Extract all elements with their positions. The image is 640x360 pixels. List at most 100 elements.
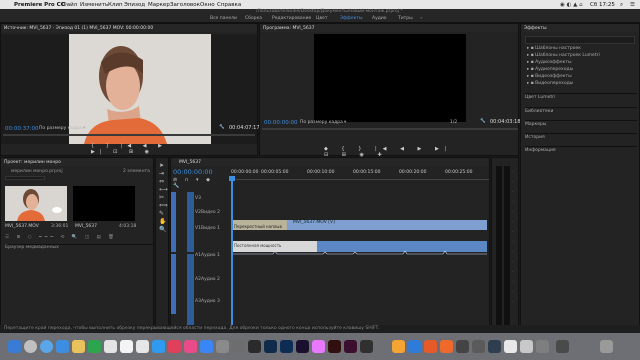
facetime-icon[interactable] <box>88 340 101 353</box>
menu-marker[interactable]: Маркер <box>148 2 170 8</box>
sketch-icon[interactable] <box>392 340 405 353</box>
section-info[interactable]: Информация <box>525 146 637 154</box>
tool-icons[interactable]: ➤ ⇥ ⇔ ⟷ ✂ ⟺ ✎ ✋ 🔍 <box>159 162 168 234</box>
effects-tree-item[interactable]: ▸ ▪ Шаблоны настроек <box>527 46 581 52</box>
terminal-icon[interactable] <box>248 340 261 353</box>
launchpad-icon[interactable] <box>24 340 37 353</box>
program-timecode[interactable]: 00:00:00:00 <box>264 120 298 126</box>
audio-target-patch[interactable] <box>187 254 194 328</box>
clip-name[interactable]: MVI_5637.MOV <box>5 224 39 230</box>
mirror-icon[interactable] <box>360 340 373 353</box>
effects-search-input[interactable] <box>525 36 635 44</box>
effects-tree-item[interactable]: ▸ ▪ Шаблоны настроек Lumetri <box>527 53 600 59</box>
timeline-ruler[interactable]: 00:00:00:00 00:00:05:00 00:00:10:00 00:0… <box>231 170 489 180</box>
program-wrench-icon[interactable]: 🔧 <box>480 119 486 125</box>
program-fit-dropdown-icon[interactable]: ▾ <box>344 120 346 126</box>
settings-icon[interactable] <box>216 340 229 353</box>
vlc-icon[interactable] <box>440 340 453 353</box>
screenshot-icon[interactable] <box>556 340 569 353</box>
ws-editing[interactable]: Редактирование <box>272 16 311 21</box>
source-transport-controls[interactable]: { } |◀ ◀ ▶ ▶| ⊡ ⊞ ◉ <box>91 143 181 155</box>
ws-audio[interactable]: Аудио <box>372 16 387 21</box>
audio-source-patch[interactable] <box>171 254 176 314</box>
itunes-icon[interactable] <box>184 340 197 353</box>
folder-icon[interactable] <box>520 340 533 353</box>
timeline-tool-icons[interactable]: ⋒ ∩ ▾ ◆ 🔧 <box>173 177 213 189</box>
safari-icon[interactable] <box>40 340 53 353</box>
premiere-rush-icon[interactable] <box>312 340 325 353</box>
istat-icon[interactable] <box>472 340 485 353</box>
ws-more-icon[interactable]: » <box>420 16 423 21</box>
app-icon[interactable] <box>488 340 501 353</box>
playhead-handle[interactable] <box>229 176 235 181</box>
source-fit[interactable]: По размеру кадра <box>39 126 82 132</box>
search-icon[interactable]: ⌕ <box>620 2 623 9</box>
trash-icon[interactable] <box>600 340 613 353</box>
menu-help[interactable]: Справка <box>217 2 241 8</box>
section-lumetri[interactable]: Цвет Lumetri <box>525 93 637 101</box>
activity-monitor-icon[interactable] <box>456 340 469 353</box>
menu-sequence[interactable]: Эпизод <box>124 2 145 8</box>
telegram-icon[interactable] <box>408 340 421 353</box>
v1-transition[interactable]: Перекрестный наплыв <box>233 220 287 230</box>
fit-dropdown-icon[interactable]: ▾ <box>83 126 85 132</box>
section-markers[interactable]: Маркеры <box>525 120 637 128</box>
downloads-icon[interactable] <box>536 340 549 353</box>
menu-file[interactable]: Файл <box>62 2 77 8</box>
app-store-icon[interactable] <box>200 340 213 353</box>
menu-title[interactable]: Заголовок <box>170 2 200 8</box>
media-browser-tab[interactable]: Браузер медиаданных <box>5 244 153 251</box>
timeline-tab[interactable]: MVI_5637 <box>179 160 201 165</box>
notes-icon[interactable] <box>72 340 85 353</box>
project-toolbar[interactable]: ☰ ⊞ ○ ━━━ ⟲ 🔍 ◫ ▤ 🗑 <box>5 235 151 240</box>
app-menu[interactable]: Premiere Pro CC <box>14 2 65 8</box>
preview-icon[interactable] <box>504 340 517 353</box>
messages-icon[interactable] <box>152 340 165 353</box>
ws-effects[interactable]: Эффекты <box>340 16 363 21</box>
xd-icon[interactable] <box>344 340 357 353</box>
menu-list-icon[interactable]: ☰ <box>630 2 635 8</box>
a1-transition[interactable]: Постоянная мощность <box>233 241 317 252</box>
utilities-icon[interactable] <box>232 340 245 353</box>
sequence-name[interactable]: MVI_5637 <box>75 224 97 230</box>
menu-edit[interactable]: Изменить <box>80 2 108 8</box>
sequence-thumbnail[interactable] <box>73 186 135 221</box>
effects-tree-item[interactable]: ▸ ▪ Видеоэффекты <box>527 74 572 80</box>
ui8-icon[interactable] <box>424 340 437 353</box>
video-target-patch[interactable] <box>187 192 194 252</box>
timeline-timecode[interactable]: 00:00:00:00 <box>173 168 213 176</box>
program-transport-controls[interactable]: ◆ { } |◀ ◀ ▶ ▶| ⊟ ⊞ ◉ ✚ <box>324 146 464 158</box>
effects-tree-item[interactable]: ▸ ▪ Аудиопереходы <box>527 67 573 73</box>
effects-tree-item[interactable]: ▸ ▪ Аудиоэффекты <box>527 60 572 66</box>
finder-icon[interactable] <box>8 340 21 353</box>
ws-assembly[interactable]: Сборка <box>245 16 262 21</box>
ws-color[interactable]: Цвет <box>316 16 328 21</box>
project-search-input[interactable] <box>5 176 45 180</box>
illustrator-icon[interactable] <box>328 340 341 353</box>
effects-tree-item[interactable]: ▸ ▪ Видеопереходы <box>527 81 573 87</box>
section-libraries[interactable]: Библиотеки <box>525 107 637 115</box>
calendar-icon[interactable] <box>104 340 117 353</box>
source-timecode[interactable]: 00:00:37:00 <box>5 126 39 132</box>
menu-clip[interactable]: Клип <box>108 2 123 8</box>
reminders-icon[interactable] <box>120 340 133 353</box>
music-icon[interactable] <box>168 340 181 353</box>
wrench-icon[interactable]: 🔧 <box>219 125 225 131</box>
ws-all-panels[interactable]: Все панели <box>210 16 237 21</box>
video-source-patch[interactable] <box>171 192 176 252</box>
ws-titles[interactable]: Титры <box>398 16 413 21</box>
mail-icon[interactable] <box>56 340 69 353</box>
source-scrubber[interactable] <box>3 134 255 136</box>
program-viewer[interactable] <box>314 34 466 122</box>
photos-icon[interactable] <box>136 340 149 353</box>
premiere-pro-icon[interactable] <box>296 340 309 353</box>
lightroom-icon[interactable] <box>280 340 293 353</box>
source-title: Источник: MVI_5637 · Эпизод 01 (1) MVI_5… <box>4 26 154 31</box>
program-resolution[interactable]: 1/2 <box>450 120 457 126</box>
menu-window[interactable]: Окно <box>200 2 215 8</box>
program-fit[interactable]: По размеру кадра <box>300 120 343 126</box>
section-history[interactable]: История <box>525 133 637 141</box>
clip-thumbnail[interactable] <box>5 186 67 221</box>
photoshop-icon[interactable] <box>264 340 277 353</box>
program-scrubber[interactable] <box>262 128 518 130</box>
